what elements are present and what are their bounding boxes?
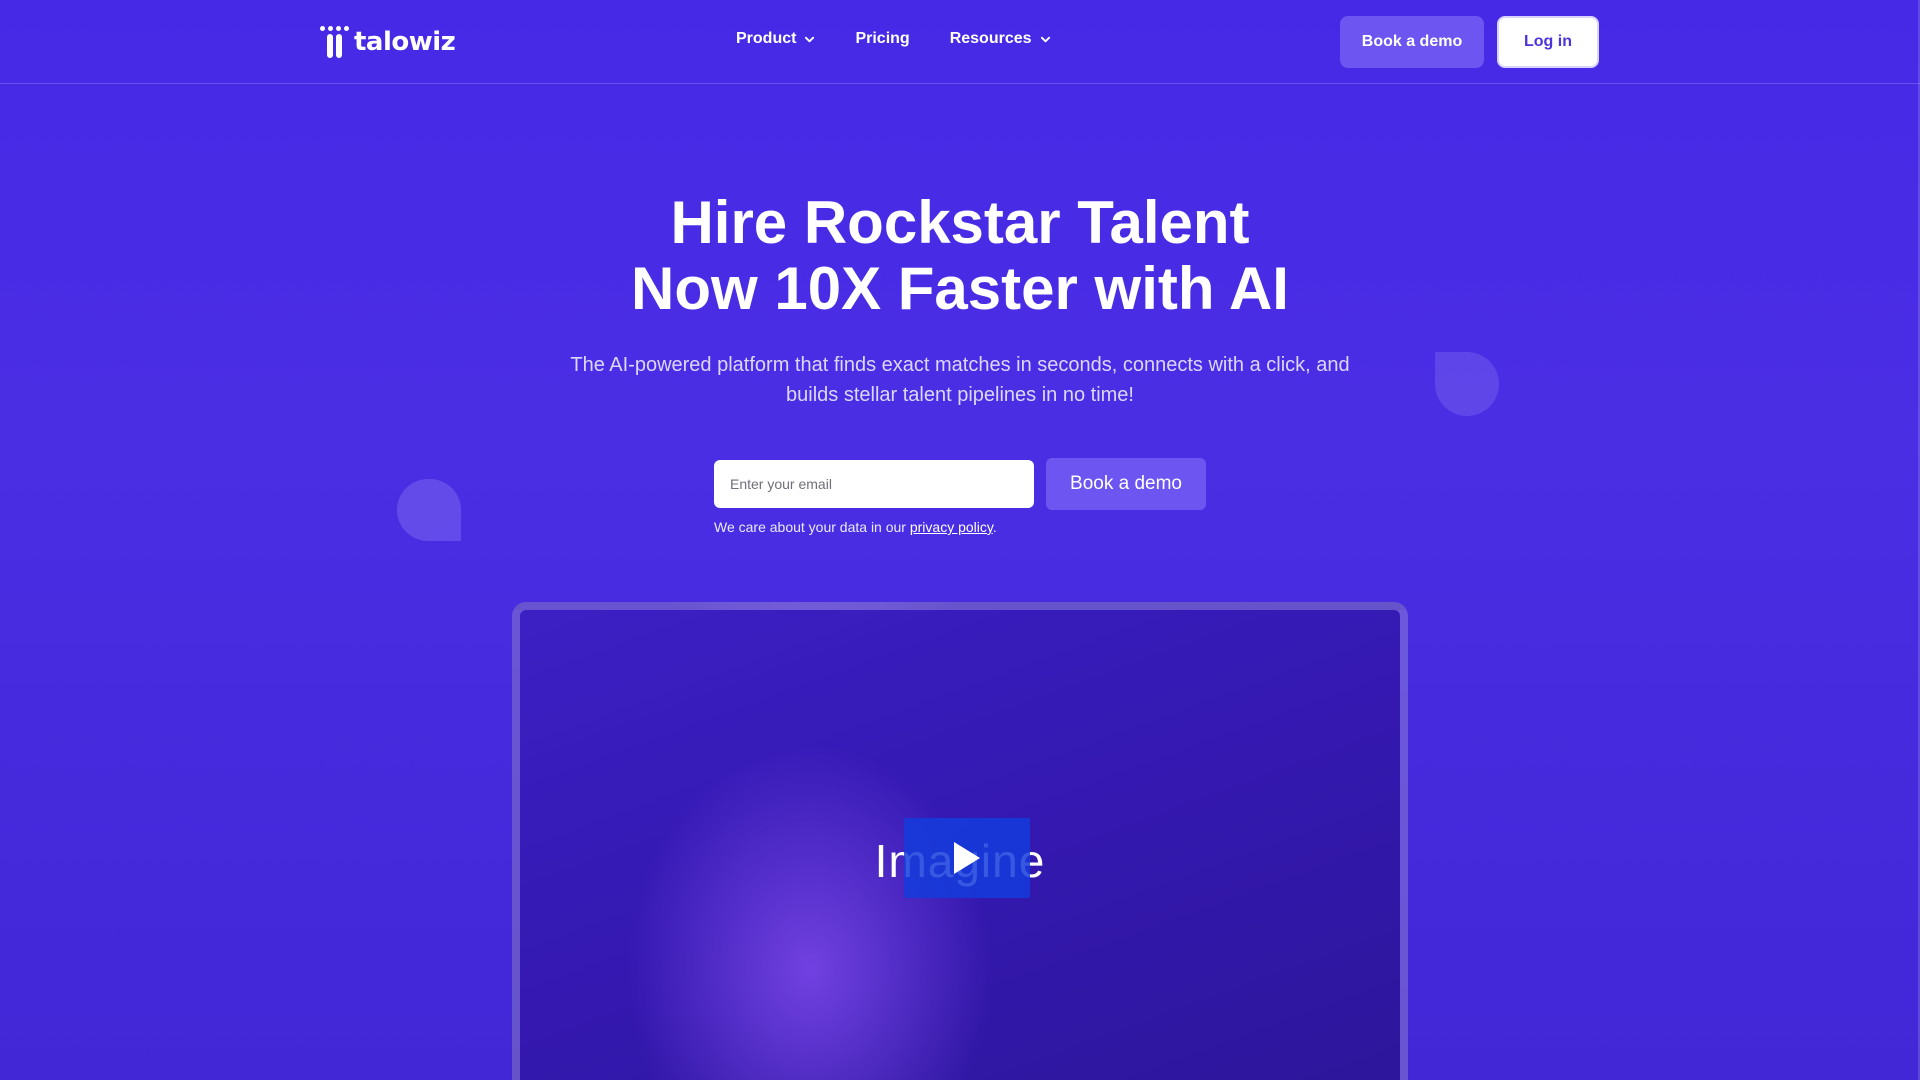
decorative-bubble-shape bbox=[1435, 352, 1499, 416]
hero-subtitle: The AI-powered platform that finds exact… bbox=[570, 354, 1350, 406]
play-button[interactable] bbox=[904, 818, 1030, 898]
hero-title: Hire Rockstar Talent Now 10X Faster with… bbox=[0, 190, 1920, 322]
brand-logo[interactable]: talowiz bbox=[320, 26, 456, 58]
email-input[interactable] bbox=[714, 460, 1034, 508]
hero-title-line2: Now 10X Faster with AI bbox=[631, 255, 1289, 322]
nav-item-resources[interactable]: Resources bbox=[950, 30, 1051, 48]
logo-mark-icon bbox=[320, 26, 350, 58]
brand-name: talowiz bbox=[354, 27, 456, 57]
privacy-note: We care about your data in our privacy p… bbox=[714, 519, 997, 535]
privacy-prefix: We care about your data in our bbox=[714, 519, 910, 535]
privacy-policy-link[interactable]: privacy policy bbox=[910, 519, 993, 535]
hero-book-demo-button[interactable]: Book a demo bbox=[1046, 458, 1206, 510]
hero-title-line1: Hire Rockstar Talent bbox=[670, 189, 1250, 256]
decorative-bubble-shape bbox=[397, 479, 461, 541]
nav-item-label: Product bbox=[736, 30, 797, 47]
book-demo-button[interactable]: Book a demo bbox=[1340, 16, 1484, 68]
chevron-down-icon bbox=[1040, 36, 1050, 42]
chevron-down-icon bbox=[805, 36, 815, 42]
login-button[interactable]: Log in bbox=[1497, 16, 1599, 68]
privacy-suffix: . bbox=[992, 519, 997, 535]
nav-item-product[interactable]: Product bbox=[736, 30, 815, 48]
nav-links: Product Pricing Resources bbox=[736, 30, 1051, 48]
video-player[interactable]: Imagine bbox=[512, 602, 1408, 1080]
play-icon bbox=[954, 842, 980, 874]
top-navbar: talowiz Product Pricing Resources Book a… bbox=[0, 0, 1920, 84]
nav-item-pricing[interactable]: Pricing bbox=[855, 30, 909, 48]
nav-item-label: Resources bbox=[949, 30, 1032, 47]
nav-item-label: Pricing bbox=[855, 30, 910, 47]
